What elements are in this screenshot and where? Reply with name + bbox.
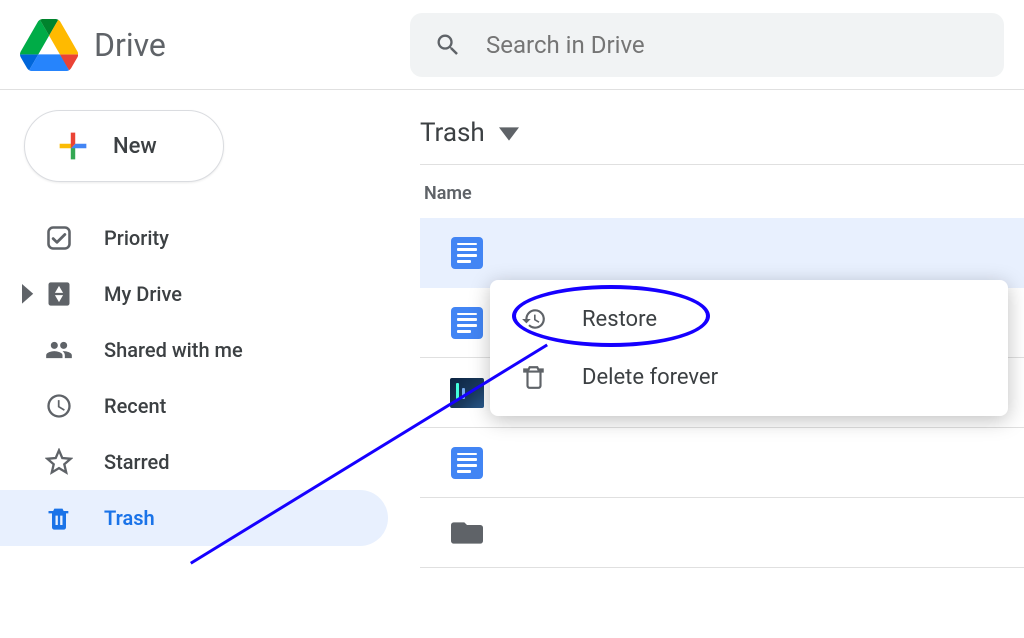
delete-forever-menu-item[interactable]: Delete forever	[490, 348, 1008, 406]
column-header-name[interactable]: Name	[420, 165, 1024, 218]
sidebar-item-shared[interactable]: Shared with me	[0, 322, 388, 378]
new-button-label: New	[113, 134, 157, 159]
search-bar[interactable]	[410, 13, 1004, 77]
shared-icon	[44, 335, 74, 365]
file-row[interactable]	[420, 218, 1024, 288]
sidebar-item-priority[interactable]: Priority	[0, 210, 388, 266]
sidebar-item-label: Priority	[104, 226, 169, 250]
expand-icon	[22, 284, 36, 304]
sidebar-item-trash[interactable]: Trash	[0, 490, 388, 546]
trash-icon	[44, 503, 74, 533]
file-row[interactable]	[420, 498, 1024, 568]
doc-icon	[450, 306, 484, 340]
sidebar-item-label: Starred	[104, 450, 170, 474]
sidebar-item-label: Recent	[104, 394, 166, 418]
priority-icon	[44, 223, 74, 253]
doc-icon	[450, 446, 484, 480]
file-row[interactable]	[420, 428, 1024, 498]
delete-label: Delete forever	[582, 365, 718, 390]
sidebar-item-recent[interactable]: Recent	[0, 378, 388, 434]
plus-icon	[53, 126, 93, 166]
search-icon	[434, 31, 462, 59]
folder-icon	[450, 516, 484, 550]
sidebar-item-label: Shared with me	[104, 338, 243, 362]
context-menu: Restore Delete forever	[490, 280, 1008, 416]
doc-icon	[450, 236, 484, 270]
page-title-dropdown[interactable]: Trash	[420, 110, 1024, 165]
new-button[interactable]: New	[24, 110, 224, 182]
sidebar-item-starred[interactable]: Starred	[0, 434, 388, 490]
dropdown-icon	[499, 118, 519, 148]
sidebar-item-my-drive[interactable]: My Drive	[0, 266, 388, 322]
restore-menu-item[interactable]: Restore	[490, 290, 1008, 348]
sidebar-item-label: Trash	[104, 506, 155, 530]
app-title: Drive	[94, 26, 166, 64]
page-title: Trash	[420, 118, 485, 148]
delete-icon	[520, 363, 548, 391]
image-icon	[450, 376, 484, 410]
search-input[interactable]	[486, 31, 980, 59]
drive-logo-icon	[20, 16, 78, 74]
my-drive-icon	[44, 279, 74, 309]
sidebar-item-label: My Drive	[104, 282, 182, 306]
recent-icon	[44, 391, 74, 421]
app-header: Drive	[0, 0, 1024, 90]
restore-icon	[520, 305, 548, 333]
restore-label: Restore	[582, 307, 657, 332]
logo-area[interactable]: Drive	[20, 16, 410, 74]
sidebar: New Priority My Drive Shared with me Rec…	[0, 90, 400, 638]
star-icon	[44, 447, 74, 477]
